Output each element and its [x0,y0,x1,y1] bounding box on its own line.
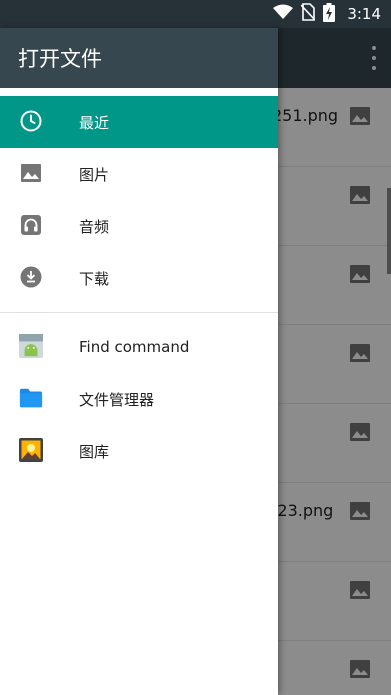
drawer-roots: 最近 图片 音频 下载 [0,88,278,304]
wifi-icon [273,4,294,24]
status-bar: 3:14 [0,0,391,28]
download-icon [19,265,43,289]
drawer-item-label: 文件管理器 [79,390,155,409]
drawer-apps: Find command 文件管理器 图库 [0,313,278,477]
status-icons: 3:14 [273,0,381,28]
drawer-item-gallery[interactable]: 图库 [0,425,278,477]
drawer-title: 打开文件 [18,47,102,71]
drawer-item-audio[interactable]: 音频 [0,200,278,252]
drawer-item-file-manager[interactable]: 文件管理器 [0,373,278,425]
image-icon [19,161,43,185]
drawer-item-label: 音频 [79,217,110,236]
android-app-icon [19,334,43,358]
battery-charging-icon [323,2,336,26]
status-time: 3:14 [347,5,381,23]
folder-icon [19,386,43,410]
drawer-item-label: 下载 [79,269,110,288]
gallery-app-icon [19,438,43,462]
drawer-item-label: 最近 [79,113,110,132]
no-sim-icon [300,3,316,25]
navigation-drawer: 打开文件 最近 图片 音频 下载 Find command 文件管理器 图库 [0,28,278,695]
drawer-item-recent[interactable]: 最近 [0,96,278,148]
clock-icon [19,109,43,133]
drawer-header: 打开文件 [0,28,278,88]
headphones-icon [19,213,43,237]
drawer-item-label: 图片 [79,165,110,184]
drawer-item-downloads[interactable]: 下载 [0,252,278,304]
drawer-item-label: 图库 [79,442,110,461]
drawer-item-label: Find command [79,338,190,356]
drawer-item-images[interactable]: 图片 [0,148,278,200]
drawer-item-find-command[interactable]: Find command [0,321,278,373]
